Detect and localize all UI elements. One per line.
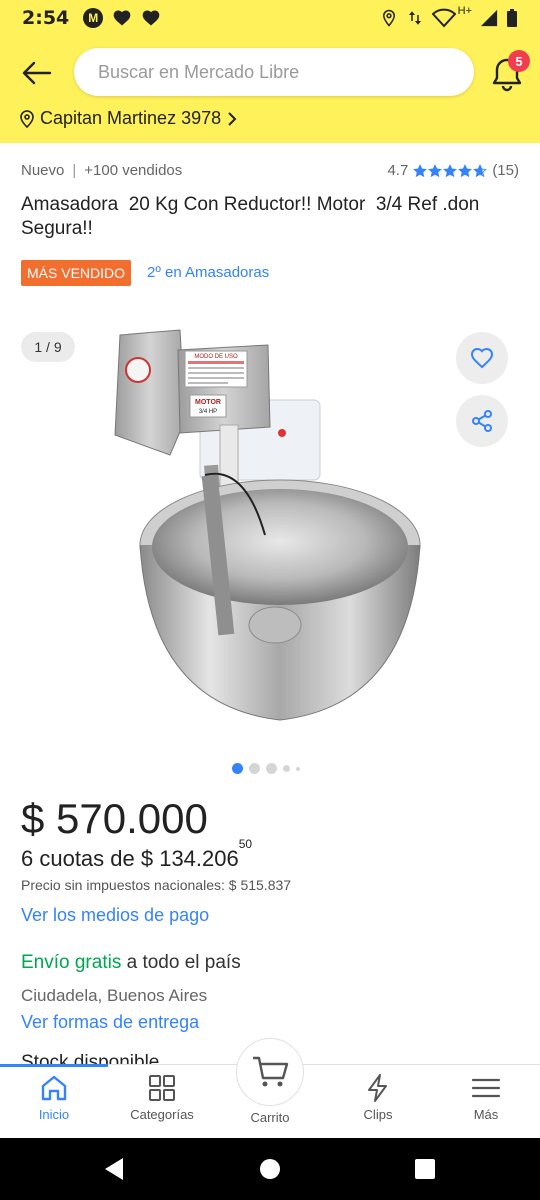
app-header: 2:54 M H+ Buscar en Mercado Libre 5 Capi… <box>0 0 540 143</box>
favorite-button[interactable] <box>456 332 508 384</box>
product-meta: Nuevo | +100 vendidos <box>21 162 182 179</box>
carousel-dot[interactable] <box>296 766 300 771</box>
product-image[interactable]: MODO DE USO MOTOR 3/4 HP <box>110 325 430 725</box>
condition-label: Nuevo <box>21 162 65 179</box>
nav-label-clips: Clips <box>363 1107 393 1122</box>
nav-item-mas[interactable]: Más <box>432 1073 540 1122</box>
heart-notification-icon <box>142 10 160 26</box>
back-button[interactable] <box>20 56 54 90</box>
data-arrows-icon <box>408 11 421 25</box>
installments: 6 cuotas de $ 134.20650 <box>21 837 252 872</box>
clips-icon <box>368 1074 387 1102</box>
share-button[interactable] <box>456 395 508 447</box>
payment-methods-link[interactable]: Ver los medios de pago <box>21 905 209 926</box>
carousel-dot[interactable] <box>283 765 290 772</box>
notifications-button[interactable]: 5 <box>490 50 530 92</box>
location-text: Capitan Martinez 3978 <box>40 108 222 128</box>
chevron-right-icon <box>228 111 237 126</box>
carousel-dot[interactable] <box>266 763 277 774</box>
rating-stars <box>413 163 488 178</box>
installments-amount: 6 cuotas de $ 134.206 <box>21 846 239 871</box>
delivery-location[interactable]: Capitan Martinez 3978 <box>20 108 237 129</box>
review-count: (15) <box>492 162 519 179</box>
category-rank-link[interactable]: 2º en Amasadoras <box>147 264 269 281</box>
heart-icon <box>470 347 494 369</box>
nav-label-categorias: Categorías <box>130 1107 194 1122</box>
status-bar: 2:54 M H+ <box>0 0 540 36</box>
image-label-hp: 3/4 HP <box>199 409 217 415</box>
battery-icon <box>507 9 517 27</box>
shipping-scope: a todo el país <box>121 952 241 973</box>
free-shipping-label: Envío gratis <box>21 952 122 973</box>
home-icon <box>41 1075 67 1101</box>
meta-separator: | <box>72 162 77 179</box>
rating-value: 4.7 <box>387 162 409 179</box>
price-without-taxes: Precio sin impuestos nacionales: $ 515.8… <box>21 877 292 893</box>
heart-notification-icon <box>113 10 131 26</box>
search-placeholder: Buscar en Mercado Libre <box>98 61 300 82</box>
signal-icon <box>480 9 498 27</box>
shipping-info: Envío gratis a todo el país <box>21 952 241 974</box>
status-time: 2:54 <box>22 7 70 29</box>
system-recents-icon[interactable] <box>414 1156 436 1182</box>
search-input[interactable]: Buscar en Mercado Libre <box>74 48 474 96</box>
cart-button[interactable] <box>236 1038 304 1106</box>
image-label-mode: MODO DE USO <box>194 354 238 360</box>
location-pin-icon <box>20 109 34 128</box>
rating-summary[interactable]: 4.7 (15) <box>387 162 519 179</box>
network-type: H+ <box>457 5 472 17</box>
image-carousel-dots[interactable] <box>0 763 540 774</box>
star-icon <box>458 163 473 177</box>
sold-count: +100 vendidos <box>84 162 183 179</box>
cart-icon <box>253 1056 289 1087</box>
stock-heading-partial: Stock disponible <box>21 1052 160 1064</box>
nav-item-categorias[interactable]: Categorías <box>108 1073 216 1122</box>
nav-item-inicio[interactable]: Inicio <box>0 1073 108 1122</box>
motorola-icon: M <box>83 8 104 28</box>
product-title: Amasadora 20 Kg Con Reductor!! Motor 3/4… <box>21 194 485 239</box>
carousel-dot-active[interactable] <box>232 763 243 774</box>
star-icon <box>428 163 443 177</box>
notification-count-badge: 5 <box>508 50 530 72</box>
seller-location: Ciudadela, Buenos Aires <box>21 986 208 1005</box>
carousel-dot[interactable] <box>249 763 260 774</box>
nav-active-indicator <box>0 1064 108 1067</box>
star-icon <box>443 163 458 177</box>
arrow-left-icon <box>22 61 52 85</box>
share-icon <box>472 410 492 432</box>
grid-icon <box>149 1075 175 1101</box>
installments-cents: 50 <box>238 836 253 851</box>
star-icon <box>473 163 488 177</box>
menu-icon <box>471 1078 501 1098</box>
android-navigation-bar <box>0 1138 540 1200</box>
system-back-icon[interactable] <box>102 1156 126 1182</box>
nav-label-carrito: Carrito <box>250 1110 290 1125</box>
nav-label-mas: Más <box>473 1107 499 1122</box>
system-home-icon[interactable] <box>259 1156 281 1182</box>
delivery-options-link[interactable]: Ver formas de entrega <box>21 1012 199 1033</box>
location-status-icon <box>382 9 395 27</box>
nav-item-clips[interactable]: Clips <box>324 1073 432 1122</box>
product-price: $ 570.000 <box>21 795 208 842</box>
image-counter: 1 / 9 <box>21 332 75 362</box>
star-icon <box>413 163 428 177</box>
best-seller-badge: MÁS VENDIDO <box>21 260 132 286</box>
nav-label-inicio: Inicio <box>38 1107 70 1122</box>
image-label-motor: MOTOR <box>195 399 221 406</box>
wifi-icon <box>431 8 456 28</box>
